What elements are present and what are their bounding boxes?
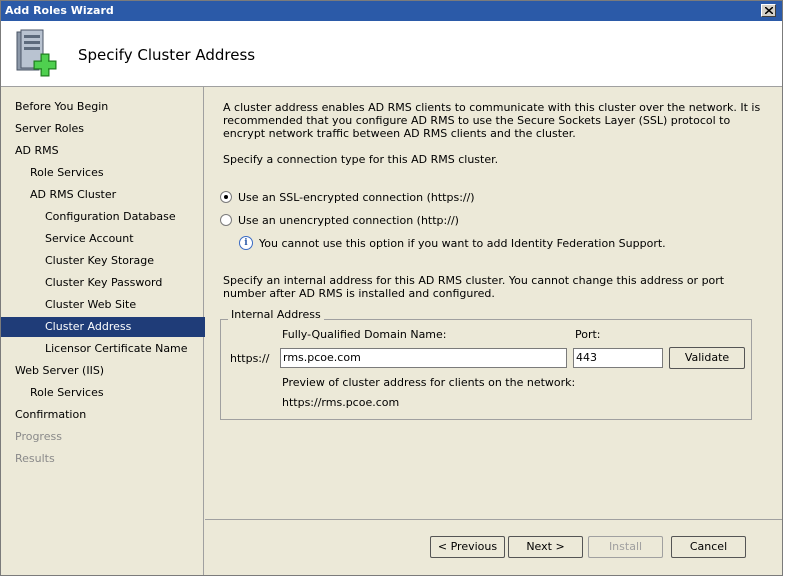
- connection-type-prompt: Specify a connection type for this AD RM…: [223, 153, 499, 166]
- nav-item-results: Results: [15, 452, 55, 465]
- ssl-connection-label[interactable]: Use an SSL-encrypted connection (https:/…: [238, 191, 475, 204]
- page-title: Specify Cluster Address: [78, 46, 256, 64]
- info-icon: i: [239, 236, 253, 250]
- previous-button[interactable]: < Previous: [430, 536, 505, 558]
- unencrypted-connection-label[interactable]: Use an unencrypted connection (http://): [238, 214, 459, 227]
- wizard-header: Specify Cluster Address: [1, 21, 782, 87]
- close-icon: [765, 7, 773, 14]
- intro-text: A cluster address enables AD RMS clients…: [223, 101, 761, 140]
- port-input[interactable]: 443: [573, 348, 663, 368]
- nav-item-server-roles[interactable]: Server Roles: [1, 119, 217, 139]
- validate-button[interactable]: Validate: [669, 347, 745, 369]
- cancel-button[interactable]: Cancel: [671, 536, 746, 558]
- nav-item-web-server-iis[interactable]: Web Server (IIS): [1, 361, 217, 381]
- nav-item-before-you-begin[interactable]: Before You Begin: [1, 97, 217, 117]
- nav-item-confirmation[interactable]: Confirmation: [1, 405, 217, 425]
- window-title: Add Roles Wizard: [5, 4, 114, 17]
- server-add-role-icon: [16, 29, 57, 77]
- fqdn-input[interactable]: rms.pcoe.com: [280, 348, 567, 368]
- address-prompt: Specify an internal address for this AD …: [223, 274, 725, 300]
- title-bar[interactable]: Add Roles Wizard: [1, 1, 782, 21]
- nav-item-iis-role-services[interactable]: Role Services: [1, 383, 232, 403]
- info-note: You cannot use this option if you want t…: [259, 237, 666, 250]
- add-roles-wizard-window: Add Roles Wizard Specify Cluster Address…: [0, 0, 783, 576]
- wizard-step-list: Before You Begin Server Roles AD RMS Rol…: [1, 87, 247, 575]
- nav-item-progress: Progress: [15, 430, 62, 443]
- close-button[interactable]: [761, 4, 776, 17]
- unencrypted-connection-radio[interactable]: [220, 214, 232, 226]
- fqdn-label: Fully-Qualified Domain Name:: [282, 328, 447, 341]
- scheme-label: https://: [230, 352, 270, 365]
- nav-item-role-services[interactable]: Role Services: [1, 163, 232, 183]
- wizard-content: A cluster address enables AD RMS clients…: [205, 87, 782, 519]
- nav-item-ad-rms[interactable]: AD RMS: [1, 141, 217, 161]
- wizard-footer: < Previous Next > Install Cancel: [205, 519, 782, 575]
- preview-address: https://rms.pcoe.com: [282, 396, 400, 409]
- ssl-connection-radio[interactable]: [220, 191, 232, 203]
- nav-item-ad-rms-cluster[interactable]: AD RMS Cluster: [1, 185, 232, 205]
- preview-label: Preview of cluster address for clients o…: [282, 376, 576, 389]
- internal-address-group-title: Internal Address: [228, 308, 324, 321]
- install-button: Install: [588, 536, 663, 558]
- next-button[interactable]: Next >: [508, 536, 583, 558]
- port-label: Port:: [575, 328, 601, 341]
